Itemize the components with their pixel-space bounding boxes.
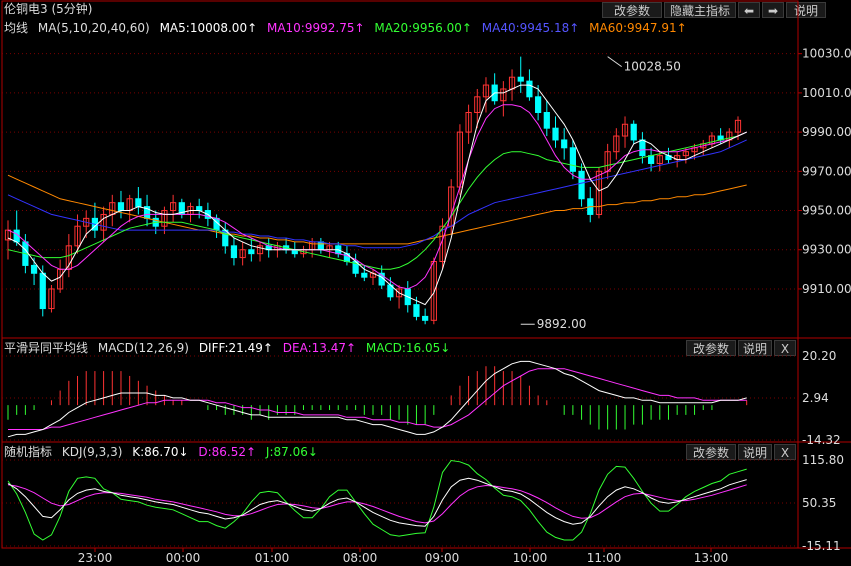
price-tick-label: 9990.00 (802, 125, 851, 139)
ma20-line (7, 131, 747, 270)
price-tick-label: 9950.00 (802, 204, 851, 218)
kdj-d-line (7, 484, 747, 524)
candle-body (578, 170, 585, 200)
candle-body (117, 202, 125, 212)
candle-body (196, 206, 203, 212)
price-tick-label: 10030.00 (802, 47, 851, 61)
candle-body (552, 127, 559, 141)
time-tick-label: 11:00 (587, 551, 622, 565)
annotation-leader (607, 56, 622, 68)
candle-body (543, 112, 550, 129)
macd-dea-line (8, 368, 747, 430)
price-tick-label: 9910.00 (802, 282, 851, 296)
kdj-tick-label: -15.11 (802, 539, 841, 553)
candle-body (413, 304, 420, 317)
candle-body (630, 123, 637, 141)
candle-body (422, 315, 429, 321)
time-tick-label: 23:00 (78, 551, 113, 565)
price-tick-label: 9930.00 (802, 243, 851, 257)
candle-body (361, 272, 368, 278)
kdj-k-line (7, 477, 747, 527)
time-tick-label: 09:00 (425, 551, 460, 565)
time-tick-label: 10:00 (513, 551, 548, 565)
candle-body (561, 139, 568, 149)
kdj-tick-label: 50.35 (802, 496, 836, 510)
candle-body (248, 249, 255, 255)
candle-body (647, 155, 655, 164)
candle-body (317, 241, 324, 251)
kdj-tick-label: 115.80 (802, 453, 844, 467)
ma40-line (7, 139, 747, 249)
time-tick-label: 13:00 (694, 551, 729, 565)
price-tick-label: 10010.00 (802, 86, 851, 100)
price-annotation: 9892.00 (537, 317, 587, 331)
macd-tick-label: -14.32 (802, 433, 841, 447)
candle-body (535, 96, 542, 113)
candle-body (517, 76, 524, 82)
candle-body (135, 198, 142, 208)
macd-diff-line (7, 360, 747, 438)
macd-tick-label: 2.94 (802, 391, 829, 405)
candle-body (526, 80, 533, 98)
time-tick-label: 01:00 (255, 551, 290, 565)
time-tick-label: 00:00 (166, 551, 201, 565)
candle-body (230, 245, 238, 259)
chart-frame (1, 0, 799, 549)
candle-body (30, 264, 38, 274)
chart-canvas[interactable]: 10030.00 10010.00 9990.00 9970.00 9950.00 993… (0, 0, 851, 566)
time-tick-label: 08:00 (343, 551, 378, 565)
kdj-j-line (7, 459, 747, 541)
macd-tick-label: 20.20 (802, 349, 836, 363)
candle-body (639, 139, 646, 157)
price-annotation: 10028.50 (624, 60, 681, 74)
price-tick-label: 9970.00 (802, 164, 851, 178)
candle-body (569, 147, 576, 172)
candle-body (39, 272, 46, 310)
